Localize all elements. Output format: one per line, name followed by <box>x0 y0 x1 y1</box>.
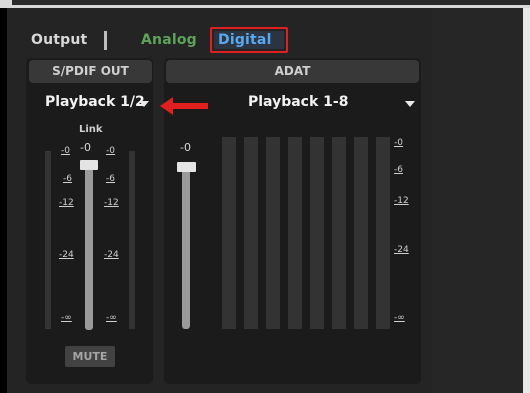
chevron-down-icon[interactable] <box>405 101 415 107</box>
link-label: Link <box>79 124 103 135</box>
tab-digital[interactable]: Digital <box>218 32 272 48</box>
scale-label: -∞ <box>106 313 117 323</box>
scale-label: -6 <box>63 174 72 184</box>
adat-scale-label: -24 <box>394 245 409 255</box>
spdif-fader-track[interactable] <box>85 160 93 330</box>
top-bar-dark <box>12 0 530 5</box>
scale-label: -0 <box>106 146 115 156</box>
adat-meter-2 <box>244 137 258 329</box>
spdif-fader-knob[interactable] <box>80 160 98 170</box>
adat-fader-track[interactable] <box>182 162 190 329</box>
adat-meter-8 <box>376 137 390 329</box>
adat-meter-7 <box>354 137 368 329</box>
tab-output[interactable]: Output <box>31 32 87 48</box>
chevron-down-icon[interactable] <box>139 101 149 107</box>
scale-label: -6 <box>106 174 115 184</box>
adat-meter-4 <box>288 137 302 329</box>
spdif-playback-dropdown[interactable]: Playback 1/2 <box>45 94 145 110</box>
mute-button[interactable]: MUTE <box>65 346 115 367</box>
tab-analog[interactable]: Analog <box>141 32 197 48</box>
red-arrow-icon <box>160 97 208 115</box>
adat-fader-knob[interactable] <box>177 162 196 172</box>
fader-level: -0 <box>80 141 91 154</box>
adat-header: ADAT <box>166 60 419 83</box>
meter-right <box>129 151 135 329</box>
scale-label: -∞ <box>61 313 72 323</box>
scale-label: -12 <box>104 198 119 208</box>
scale-label: -24 <box>104 250 119 260</box>
tab-separator <box>104 31 107 50</box>
adat-scale-label: -0 <box>394 138 403 148</box>
adat-meter-3 <box>266 137 280 329</box>
scale-label: -24 <box>59 250 74 260</box>
right-side-panel <box>432 8 530 393</box>
adat-playback-dropdown[interactable]: Playback 1-8 <box>248 94 348 110</box>
meter-left <box>45 151 51 329</box>
adat-scale-label: -12 <box>394 196 409 206</box>
spdif-header: S/PDIF OUT <box>29 60 152 83</box>
right-edge <box>523 8 530 393</box>
adat-meter-1 <box>222 137 236 329</box>
scale-label: -12 <box>59 198 74 208</box>
left-edge <box>0 8 7 393</box>
scale-label: -0 <box>61 146 70 156</box>
adat-meter-5 <box>310 137 324 329</box>
adat-scale-label: -6 <box>394 165 403 175</box>
adat-meter-6 <box>332 137 346 329</box>
adat-scale-label: -∞ <box>394 313 405 323</box>
adat-fader-level: -0 <box>180 141 191 154</box>
